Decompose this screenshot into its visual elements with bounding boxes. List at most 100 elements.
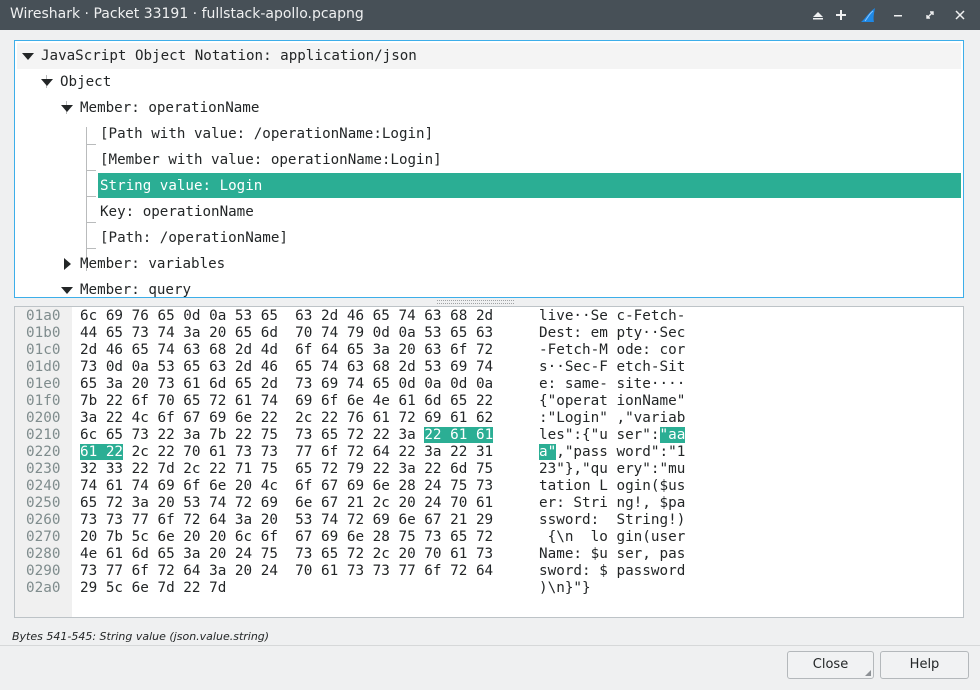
hex-bytes[interactable]: 4e 61 6d 65 3a 20 24 75 73 65 72 2c 20 7…	[80, 546, 493, 563]
hex-offset: 01a0	[26, 308, 61, 324]
expand-triangle-icon[interactable]	[61, 105, 73, 112]
hex-bytes[interactable]: 6c 69 76 65 0d 0a 53 65 63 2d 46 65 74 6…	[80, 308, 493, 325]
divider	[0, 645, 980, 646]
ascii-text[interactable]: 23"},"qu ery":"mu	[539, 461, 685, 478]
hex-bytes[interactable]: 20 7b 5c 6e 20 20 6c 6f 67 69 6e 28 75 7…	[80, 529, 493, 546]
hex-bytes-plain: 6c 65 73 22 3a 7b 22 75 73 65 72 22 3a	[80, 427, 425, 443]
hex-bytes[interactable]: 32 33 22 7d 2c 22 71 75 65 72 79 22 3a 2…	[80, 461, 493, 478]
ascii-text[interactable]: er: Stri ng!, $pa	[539, 495, 685, 512]
app-icon	[858, 5, 878, 25]
packet-bytes-pane[interactable]: 01a0 6c 69 76 65 0d 0a 53 65 63 2d 46 65…	[14, 306, 964, 618]
hex-bytes[interactable]: 3a 22 4c 6f 67 69 6e 22 2c 22 76 61 72 6…	[80, 410, 493, 427]
tree-item-label: Object	[60, 74, 112, 90]
ascii-text[interactable]: {\n lo gin(user	[539, 529, 686, 546]
hex-bytes[interactable]: 73 73 77 6f 72 64 3a 20 53 74 72 69 6e 6…	[80, 512, 493, 529]
close-button[interactable]: Close	[787, 651, 874, 679]
hex-bytes[interactable]: 61 22 2c 22 70 61 73 73 77 6f 72 64 22 3…	[80, 444, 493, 461]
close-window-button[interactable]	[950, 5, 970, 25]
ascii-text[interactable]: -Fetch-M ode: cor	[539, 342, 685, 359]
tree-item-label: [Path with value: /operationName:Login]	[100, 126, 434, 142]
tree-item-path[interactable]: [Path: /operationName]	[15, 225, 963, 251]
ascii-text[interactable]: ssword: String!)	[539, 512, 685, 529]
hex-offset: 01e0	[26, 376, 61, 392]
shade-icon	[813, 12, 823, 20]
hex-bytes[interactable]: 74 61 74 69 6f 6e 20 4c 6f 67 69 6e 28 2…	[80, 478, 493, 495]
collapse-triangle-icon[interactable]	[64, 258, 71, 270]
hex-offset: 0280	[26, 546, 61, 562]
ascii-text-highlight: a"	[539, 444, 557, 460]
tree-item-path-with-value[interactable]: [Path with value: /operationName:Login]	[15, 121, 963, 147]
hex-bytes-highlight: 22 61 61	[424, 427, 494, 443]
hex-offset: 0200	[26, 410, 61, 426]
expand-triangle-icon[interactable]	[61, 287, 73, 294]
ascii-text[interactable]: sword: $ password	[539, 563, 685, 580]
tree-item-label: Key: operationName	[100, 204, 254, 220]
pane-splitter-handle[interactable]	[437, 300, 514, 304]
menu-grip-icon	[865, 670, 871, 676]
ascii-text[interactable]: live··Se c-Fetch-	[539, 308, 685, 325]
minimize-icon	[894, 15, 902, 17]
ascii-text[interactable]: {"operat ionName"	[539, 393, 685, 410]
packet-detail-tree[interactable]: JavaScript Object Notation: application/…	[14, 40, 964, 298]
tree-item-member-with-value[interactable]: [Member with value: operationName:Login]	[15, 147, 963, 173]
hex-bytes[interactable]: 73 0d 0a 53 65 63 2d 46 65 74 63 68 2d 5…	[80, 359, 493, 376]
ascii-text[interactable]: tation L ogin($us	[539, 478, 685, 495]
hex-bytes[interactable]: 29 5c 6e 7d 22 7d	[80, 580, 226, 597]
hex-offset: 0260	[26, 512, 61, 528]
tree-item-label: JavaScript Object Notation: application/…	[41, 48, 417, 64]
hex-offset: 01d0	[26, 359, 61, 375]
hex-bytes[interactable]: 73 77 6f 72 64 3a 20 24 70 61 73 73 77 6…	[80, 563, 493, 580]
tree-item-object[interactable]: Object	[15, 69, 963, 95]
restore-icon	[926, 11, 934, 19]
ascii-text[interactable]: )\n}"}	[539, 580, 591, 597]
window-title: Wireshark · Packet 33191 · fullstack-apo…	[10, 6, 364, 22]
plus-icon	[836, 10, 846, 20]
hex-bytes[interactable]: 65 72 3a 20 53 74 72 69 6e 67 21 2c 20 2…	[80, 495, 493, 512]
status-label: Bytes 541-545: String value (json.value.…	[12, 630, 270, 643]
hex-offset: 0230	[26, 461, 61, 477]
hex-offset: 0250	[26, 495, 61, 511]
tree-item-key[interactable]: Key: operationName	[15, 199, 963, 225]
hex-bytes-highlight: 61 22	[80, 444, 124, 460]
hex-offset: 01f0	[26, 393, 61, 409]
ascii-text[interactable]: :"Login" ,"variab	[539, 410, 685, 427]
hex-offset: 0220	[26, 444, 61, 460]
tree-item-string-value[interactable]: String value: Login	[15, 173, 963, 199]
expand-triangle-icon[interactable]	[41, 79, 53, 86]
restore-button[interactable]	[920, 5, 940, 25]
hex-offset: 01b0	[26, 325, 61, 341]
ascii-text[interactable]: s··Sec-F etch-Sit	[539, 359, 685, 376]
hex-offset: 0240	[26, 478, 61, 494]
tree-item-member-operationname[interactable]: Member: operationName	[15, 95, 963, 121]
ascii-text[interactable]: a","pass word":"1	[539, 444, 685, 461]
tree-item-label: Member: variables	[80, 256, 226, 272]
minimize-button[interactable]	[888, 5, 908, 25]
hex-bytes[interactable]: 44 65 73 74 3a 20 65 6d 70 74 79 0d 0a 5…	[80, 325, 493, 342]
shade-button[interactable]	[808, 5, 828, 25]
hex-offset: 01c0	[26, 342, 61, 358]
ascii-text[interactable]: Name: $u ser, pas	[539, 546, 685, 563]
hex-offset: 02a0	[26, 580, 61, 596]
title-bar[interactable]: Wireshark · Packet 33191 · fullstack-apo…	[0, 0, 980, 30]
ascii-text[interactable]: Dest: em pty··Sec	[539, 325, 685, 342]
expand-triangle-icon[interactable]	[22, 53, 34, 60]
ascii-text[interactable]: les":{"u ser":"aa	[539, 427, 686, 444]
close-button-label: Close	[812, 657, 849, 672]
help-button[interactable]: Help	[880, 651, 969, 679]
hex-bytes[interactable]: 7b 22 6f 70 65 72 61 74 69 6f 6e 4e 61 6…	[80, 393, 493, 410]
hex-offset: 0210	[26, 427, 61, 443]
tree-item-json[interactable]: JavaScript Object Notation: application/…	[17, 43, 961, 69]
hex-bytes[interactable]: 65 3a 20 73 61 6d 65 2d 73 69 74 65 0d 0…	[80, 376, 493, 393]
hex-bytes[interactable]: 2d 46 65 74 63 68 2d 4d 6f 64 65 3a 20 6…	[80, 342, 493, 359]
tree-item-member-query[interactable]: Member: query	[15, 277, 963, 297]
hex-bytes[interactable]: 6c 65 73 22 3a 7b 22 75 73 65 72 22 3a 2…	[80, 427, 494, 444]
ascii-text-highlight: "aa	[659, 427, 686, 443]
hex-bytes-plain: 2c 22 70 61 73 73 77 6f 72 64 22 3a 22 3…	[123, 444, 494, 460]
tree-item-label: Member: operationName	[80, 100, 260, 116]
tree-item-member-variables[interactable]: Member: variables	[15, 251, 963, 277]
ascii-text[interactable]: e: same- site····	[539, 376, 685, 393]
hex-offset: 0290	[26, 563, 61, 579]
ascii-text-plain: ,"pass word":"1	[556, 444, 686, 460]
keep-above-button[interactable]	[831, 5, 851, 25]
close-icon	[955, 10, 965, 20]
